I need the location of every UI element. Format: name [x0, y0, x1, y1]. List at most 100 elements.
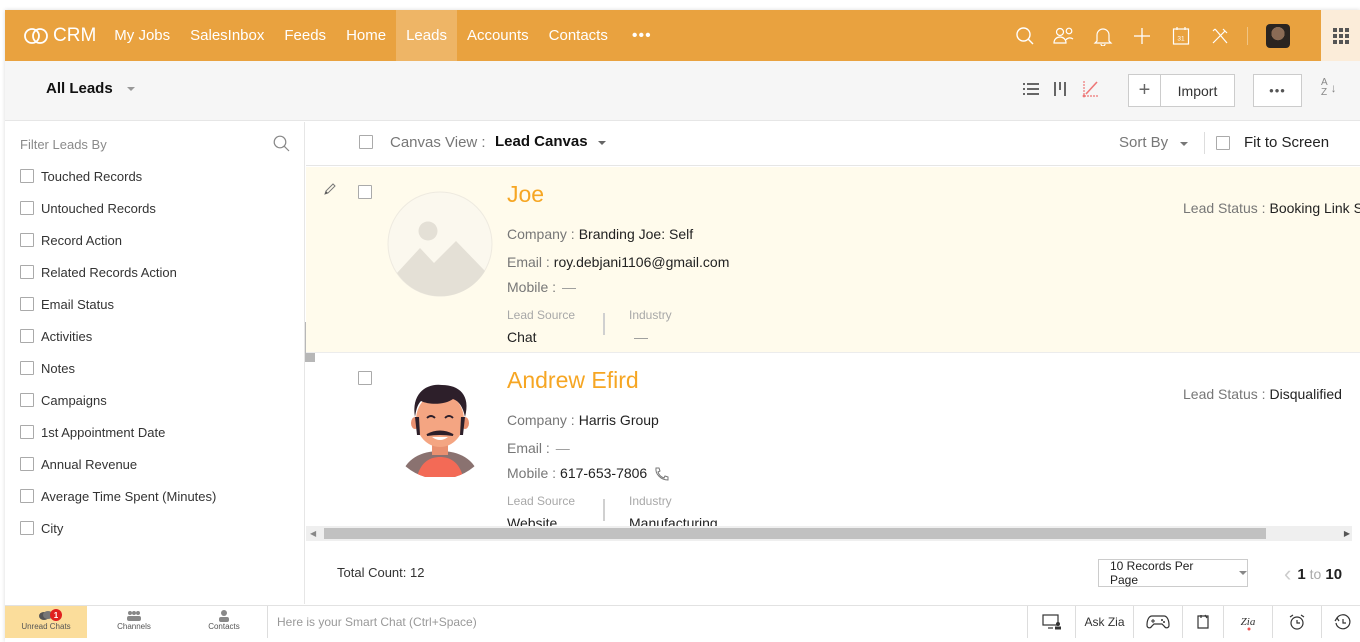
- create-lead-button[interactable]: +: [1129, 75, 1161, 106]
- top-divider: [1247, 26, 1248, 45]
- nav-more-button[interactable]: •••: [618, 10, 666, 61]
- scrollbar-thumb[interactable]: [324, 528, 1266, 539]
- crm-logo[interactable]: CRM: [23, 25, 96, 47]
- game-controller-icon[interactable]: [1133, 606, 1182, 638]
- user-avatar[interactable]: [1256, 10, 1295, 61]
- industry-label: Industry: [629, 308, 672, 322]
- bell-icon[interactable]: [1083, 10, 1122, 61]
- view-switcher: [1021, 78, 1101, 100]
- checkbox[interactable]: [20, 457, 34, 471]
- mobile-value[interactable]: 617-653-7806: [560, 465, 647, 481]
- lead-card[interactable]: Andrew Efird Company : Harris Group Email…: [306, 353, 1360, 526]
- nav-contacts[interactable]: Contacts: [539, 10, 618, 61]
- checkbox[interactable]: [20, 329, 34, 343]
- sort-by-dropdown[interactable]: Sort By: [1119, 134, 1189, 151]
- import-button[interactable]: Import: [1161, 75, 1234, 106]
- lead-status-field: Lead Status : Disqualified: [1183, 386, 1342, 402]
- smart-chat-input[interactable]: Here is your Smart Chat (Ctrl+Space): [267, 606, 1027, 638]
- checkbox[interactable]: [20, 521, 34, 535]
- record-checkbox[interactable]: [358, 371, 372, 385]
- scroll-right-arrow-icon[interactable]: ▶: [1344, 529, 1350, 538]
- previous-page-icon[interactable]: ‹: [1284, 561, 1291, 587]
- lead-card[interactable]: Joe Company : Branding Joe: Self Email :r…: [306, 167, 1360, 353]
- create-import-group: + Import: [1128, 74, 1235, 107]
- checkbox[interactable]: [20, 169, 34, 183]
- filter-campaigns[interactable]: Campaigns: [20, 384, 216, 416]
- fit-to-screen-toggle[interactable]: Fit to Screen: [1216, 134, 1329, 151]
- filter-city[interactable]: City: [20, 512, 216, 544]
- filter-annual-revenue[interactable]: Annual Revenue: [20, 448, 216, 480]
- nav-salesinbox[interactable]: SalesInbox: [180, 10, 274, 61]
- checkbox[interactable]: [20, 233, 34, 247]
- email-value[interactable]: roy.debjani1106@gmail.com: [554, 254, 730, 270]
- checkbox[interactable]: [20, 265, 34, 279]
- checkbox[interactable]: [20, 361, 34, 375]
- nav-feeds[interactable]: Feeds: [274, 10, 336, 61]
- divider: [603, 499, 605, 521]
- lead-name-link[interactable]: Andrew Efird: [507, 367, 639, 394]
- filter-average-time-spent[interactable]: Average Time Spent (Minutes): [20, 480, 216, 512]
- scroll-left-arrow-icon[interactable]: ◀: [310, 529, 316, 538]
- search-icon[interactable]: [1005, 10, 1044, 61]
- notes-icon[interactable]: [1182, 606, 1223, 638]
- canvas-view-dropdown[interactable]: Lead Canvas: [495, 133, 606, 150]
- tab-channels[interactable]: Channels: [93, 606, 175, 638]
- record-checkbox[interactable]: [358, 185, 372, 199]
- select-all-checkbox[interactable]: [359, 135, 373, 149]
- filter-related-records-action[interactable]: Related Records Action: [20, 256, 216, 288]
- filter-label: Notes: [41, 360, 75, 376]
- kanban-view-icon[interactable]: [1051, 78, 1071, 100]
- mobile-field: Mobile :617-653-7806: [507, 465, 669, 481]
- ask-zia-button[interactable]: Ask Zia: [1075, 606, 1133, 638]
- tab-unread-chats[interactable]: 1 Unread Chats: [5, 606, 87, 638]
- custom-view-dropdown[interactable]: All Leads: [46, 80, 135, 97]
- field-label: Lead Status :: [1183, 200, 1266, 216]
- filter-search-icon[interactable]: [273, 135, 290, 157]
- apps-grid-button[interactable]: [1321, 10, 1360, 61]
- more-actions-button[interactable]: •••: [1253, 74, 1302, 107]
- nav-leads[interactable]: Leads: [396, 10, 457, 61]
- checkbox[interactable]: [20, 201, 34, 215]
- tab-contacts[interactable]: Contacts: [183, 606, 265, 638]
- horizontal-scrollbar[interactable]: ◀ ▶: [306, 526, 1352, 541]
- filter-email-status[interactable]: Email Status: [20, 288, 216, 320]
- calendar-day: 31: [1177, 35, 1185, 42]
- fit-to-screen-checkbox[interactable]: [1216, 135, 1230, 150]
- canvas-view-icon[interactable]: [1081, 78, 1101, 100]
- tools-icon[interactable]: [1200, 10, 1239, 61]
- plus-icon[interactable]: [1122, 10, 1161, 61]
- crm-window: CRM My Jobs SalesInbox Feeds Home Leads …: [5, 10, 1360, 642]
- filter-record-action[interactable]: Record Action: [20, 224, 216, 256]
- phone-icon[interactable]: [653, 467, 669, 481]
- edit-pencil-icon[interactable]: [323, 182, 337, 201]
- nav-home[interactable]: Home: [336, 10, 396, 61]
- sort-letter-z: Z: [1321, 87, 1328, 98]
- checkbox[interactable]: [20, 489, 34, 503]
- filter-touched-records[interactable]: Touched Records: [20, 160, 216, 192]
- checkbox[interactable]: [20, 297, 34, 311]
- list-view-icon[interactable]: [1021, 78, 1041, 100]
- nav-accounts[interactable]: Accounts: [457, 10, 539, 61]
- history-icon[interactable]: [1321, 606, 1360, 638]
- screen-share-icon[interactable]: [1027, 606, 1075, 638]
- lead-name-link[interactable]: Joe: [507, 181, 544, 208]
- filter-activities[interactable]: Activities: [20, 320, 216, 352]
- calendar-icon[interactable]: 31: [1161, 10, 1200, 61]
- alarm-icon[interactable]: [1272, 606, 1321, 638]
- filter-title: Filter Leads By: [20, 137, 107, 152]
- records-per-page-dropdown[interactable]: 10 Records Per Page: [1098, 559, 1248, 587]
- industry-value: —: [634, 329, 648, 345]
- checkbox[interactable]: [20, 425, 34, 439]
- checkbox[interactable]: [20, 393, 34, 407]
- filter-untouched-records[interactable]: Untouched Records: [20, 192, 216, 224]
- filter-1st-appointment-date[interactable]: 1st Appointment Date: [20, 416, 216, 448]
- sort-az-icon[interactable]: A Z ↓: [1321, 78, 1337, 98]
- zia-icon[interactable]: Zia: [1223, 606, 1272, 638]
- nav-my-jobs[interactable]: My Jobs: [104, 10, 180, 61]
- company-value: Branding Joe: Self: [578, 226, 694, 242]
- svg-text:Zia: Zia: [1241, 616, 1256, 628]
- records-per-page-value: 10 Records Per Page: [1110, 559, 1194, 587]
- page-navigator: ‹ 1 to 10: [1284, 561, 1342, 587]
- filter-notes[interactable]: Notes: [20, 352, 216, 384]
- contacts-sync-icon[interactable]: [1044, 10, 1083, 61]
